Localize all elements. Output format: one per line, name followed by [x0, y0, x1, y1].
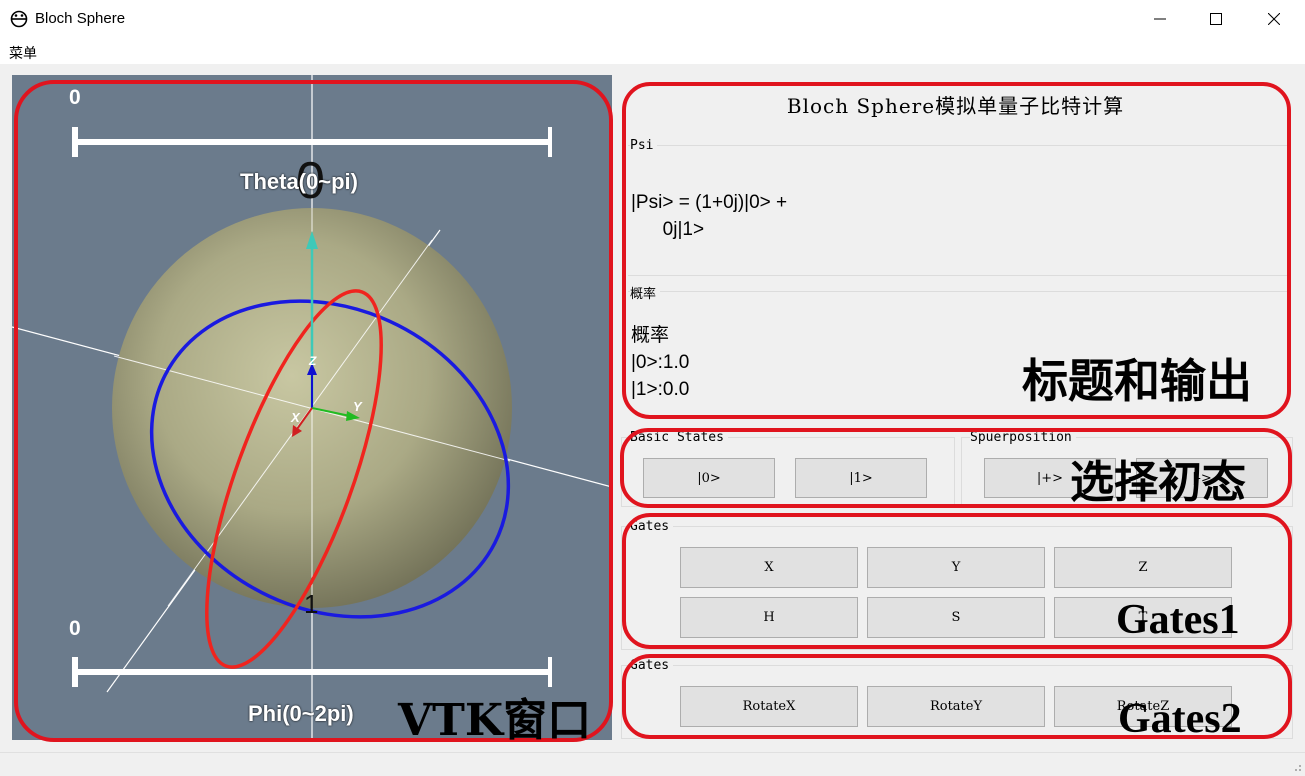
- theta-slider-label: Theta(0~pi): [240, 169, 358, 194]
- close-icon: [1268, 13, 1280, 25]
- theta-slider-handle[interactable]: [72, 127, 78, 157]
- phi-slider-handle[interactable]: [72, 657, 78, 687]
- prob-line-3: |1>:0.0: [631, 379, 690, 400]
- resize-grip-icon[interactable]: [1290, 760, 1302, 772]
- status-separator: [0, 752, 1305, 753]
- gate-h-button[interactable]: H: [680, 597, 858, 638]
- minimize-button[interactable]: [1131, 0, 1189, 38]
- psi-group-title: Psi: [630, 138, 658, 153]
- phi-slider-label: Phi(0~2pi): [248, 701, 354, 726]
- maximize-button[interactable]: [1187, 0, 1245, 38]
- state-0-button[interactable]: |0>: [643, 458, 775, 498]
- prob-output: 概率 |0>:1.0 |1>:0.0: [631, 322, 689, 403]
- minimize-icon: [1154, 18, 1166, 20]
- phi-slider-value: 0: [69, 617, 81, 640]
- close-button[interactable]: [1245, 0, 1303, 38]
- annotation-vtk: VTK窗口: [398, 695, 592, 746]
- menu-item-main[interactable]: 菜单: [9, 43, 37, 63]
- psi-line-1: |Psi> = (1+0j)|0> +: [631, 192, 788, 213]
- rotate-y-button[interactable]: RotateY: [867, 686, 1045, 727]
- annotation-gates1: Gates1: [1116, 597, 1240, 643]
- app-icon: [10, 10, 28, 28]
- state-1-button[interactable]: |1>: [795, 458, 927, 498]
- rotate-x-button[interactable]: RotateX: [680, 686, 858, 727]
- prob-line-1: 概率: [631, 325, 670, 346]
- gates1-title: Gates: [630, 519, 674, 534]
- gate-x-button[interactable]: X: [680, 547, 858, 588]
- window-title: Bloch Sphere: [35, 10, 126, 27]
- gate-y-button[interactable]: Y: [867, 547, 1045, 588]
- annotation-init: 选择初态: [1070, 457, 1246, 508]
- psi-output: |Psi> = (1+0j)|0> + 0j|1>: [631, 189, 787, 243]
- superposition-title: Spuerposition: [970, 430, 1076, 445]
- annotation-output: 标题和输出: [1022, 354, 1252, 408]
- prob-line-2: |0>:1.0: [631, 352, 690, 373]
- annotation-gates2: Gates2: [1118, 696, 1242, 742]
- app-heading: Bloch Sphere模拟单量子比特计算: [786, 94, 1125, 118]
- gates2-title: Gates: [630, 658, 674, 673]
- separator: [628, 275, 1288, 276]
- theta-slider-value: 0: [69, 86, 81, 109]
- z-axis-label: Z: [308, 354, 317, 368]
- basic-states-title: Basic States: [630, 430, 728, 445]
- phi-slider-end: [548, 657, 552, 687]
- gate-s-button[interactable]: S: [867, 597, 1045, 638]
- prob-group-title: 概率: [630, 283, 661, 302]
- menu-bar: 菜单: [0, 38, 1305, 64]
- psi-line-2: 0j|1>: [631, 219, 705, 240]
- x-axis-label: X: [290, 410, 301, 425]
- vtk-render-window[interactable]: Z X Y 0 1 0 Theta(0~pi) 0 Phi(0~2pi): [12, 75, 612, 740]
- theta-slider-end: [548, 127, 552, 157]
- gate-z-button[interactable]: Z: [1054, 547, 1232, 588]
- state-1-label: 1: [304, 589, 318, 619]
- y-axis-label: Y: [353, 399, 363, 414]
- title-bar: Bloch Sphere: [0, 0, 1305, 38]
- maximize-icon: [1210, 13, 1222, 25]
